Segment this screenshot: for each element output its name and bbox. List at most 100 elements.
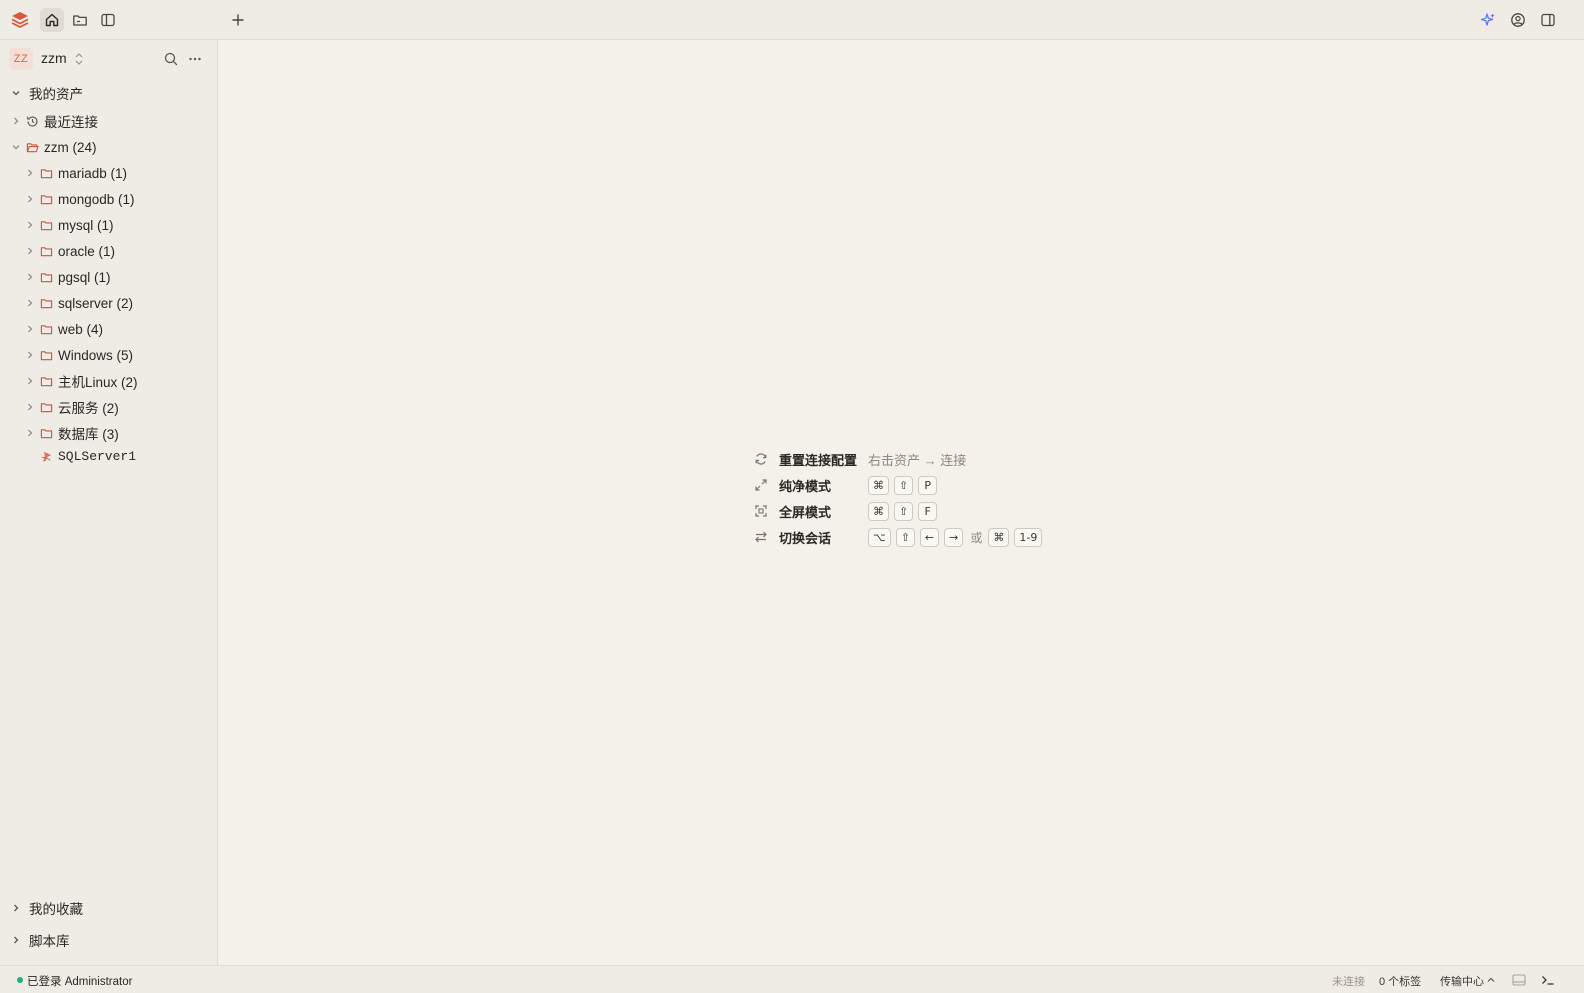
hint-text: 右击资产 → 连接	[868, 452, 967, 468]
ai-sparkle-icon[interactable]	[1476, 8, 1500, 32]
key-cap: ⇧	[895, 527, 915, 547]
hint-or-text: 或	[970, 530, 983, 545]
tree-folder-item[interactable]: mariadb (1)	[24, 161, 127, 185]
tree-folder-label: web (4)	[58, 321, 104, 337]
chevron-right-icon[interactable]	[24, 193, 36, 205]
chevron-right-icon[interactable]	[24, 167, 36, 179]
tree-folder-item[interactable]: sqlserver (2)	[24, 291, 133, 315]
chevron-right-icon[interactable]	[24, 271, 36, 283]
chevron-right-icon[interactable]	[24, 401, 36, 413]
workspace-header: ZZ zzm	[0, 40, 218, 78]
key-cap: →	[944, 527, 964, 547]
tree-folder-item[interactable]: oracle (1)	[24, 239, 115, 263]
chevron-down-icon[interactable]	[10, 87, 22, 99]
tree-folder-item[interactable]: 数据库 (3)	[24, 421, 119, 445]
chevron-right-icon[interactable]	[10, 902, 22, 914]
key-cap: 1-9	[1014, 527, 1043, 547]
tree-folder-label: pgsql (1)	[58, 269, 111, 285]
folder-icon	[38, 165, 54, 181]
chevron-right-icon[interactable]	[10, 934, 22, 946]
key-cap: ⌘	[868, 501, 889, 521]
tree-folder-item[interactable]: mysql (1)	[24, 213, 114, 237]
workspace-switch-icon[interactable]	[73, 51, 85, 67]
key-cap: ⌘	[868, 475, 889, 495]
folder-icon	[38, 399, 54, 415]
tree-folder-item[interactable]: pgsql (1)	[24, 265, 111, 289]
chevron-right-icon[interactable]	[24, 375, 36, 387]
key-cap: F	[918, 501, 938, 521]
terminal-icon[interactable]	[1540, 972, 1556, 988]
tree-folder-item[interactable]: 主机Linux (2)	[24, 369, 138, 393]
tree-item-label: 最近连接	[44, 115, 98, 130]
tree-root-my-assets[interactable]: 我的资产	[10, 81, 83, 105]
tree-item-label: SQLServer1	[58, 448, 137, 464]
folder-icon	[38, 243, 54, 259]
right-panel-icon[interactable]	[1536, 8, 1560, 32]
expand-icon	[754, 478, 768, 492]
hint-label: 切换会话	[779, 530, 832, 546]
folder-icon	[38, 425, 54, 441]
new-tab-plus-icon[interactable]	[226, 8, 250, 32]
chevron-right-icon[interactable]	[24, 219, 36, 231]
folder-icon	[38, 295, 54, 311]
sqlserver-icon	[38, 448, 54, 464]
workspace-name[interactable]: zzm	[41, 50, 67, 66]
more-options-icon[interactable]	[187, 51, 203, 67]
chevron-right-icon[interactable]	[24, 245, 36, 257]
asset-sidebar: ZZ zzm 我的资产 最近连接 zzm (24) mariadb (1) mon…	[0, 40, 218, 965]
section-favorites[interactable]: 我的收藏	[10, 897, 83, 919]
user-circle-icon[interactable]	[1506, 8, 1530, 32]
section-scripts-label: 脚本库	[29, 934, 70, 949]
folder-open-icon	[24, 139, 40, 155]
tree-group-zzm[interactable]: zzm (24)	[10, 135, 97, 159]
panel-icon[interactable]	[1511, 972, 1527, 988]
login-status[interactable]: 已登录 Administrator	[27, 973, 132, 989]
connection-status: 未连接	[1332, 976, 1365, 988]
transfer-center[interactable]: 传输中心	[1440, 973, 1484, 989]
refresh-icon	[754, 452, 768, 466]
chevron-right-icon[interactable]	[24, 349, 36, 361]
chevron-down-icon[interactable]	[10, 141, 22, 153]
tree-folder-label: 数据库 (3)	[58, 427, 119, 442]
tree-item-recent[interactable]: 最近连接	[10, 109, 98, 133]
workspace-avatar[interactable]: ZZ	[9, 48, 33, 70]
chevron-up-icon[interactable]	[1483, 972, 1499, 988]
tree-folder-item[interactable]: web (4)	[24, 317, 103, 341]
search-icon[interactable]	[163, 51, 179, 67]
top-bar	[0, 0, 1584, 40]
tree-root-label: 我的资产	[29, 87, 83, 102]
tree-folder-label: sqlserver (2)	[58, 295, 134, 311]
tree-item-label: zzm (24)	[44, 139, 97, 155]
hint-label: 纯净模式	[779, 478, 832, 494]
online-status-dot	[17, 977, 23, 983]
tree-folder-item[interactable]: mongodb (1)	[24, 187, 135, 211]
tree-folder-label: Windows (5)	[58, 347, 134, 363]
folder-icon	[38, 191, 54, 207]
folder-icon[interactable]	[68, 8, 92, 32]
switch-icon	[754, 530, 768, 544]
chevron-right-icon[interactable]	[24, 297, 36, 309]
sidebar-toggle-icon[interactable]	[96, 8, 120, 32]
tree-folder-item[interactable]: Windows (5)	[24, 343, 133, 367]
key-cap: ⇧	[894, 475, 914, 495]
chevron-right-icon[interactable]	[10, 115, 22, 127]
app-logo-icon[interactable]	[8, 8, 32, 32]
hint-switch-session: 切换会话 ⌥ ⇧ ← → 或 ⌘ 1-9	[754, 526, 1047, 548]
tree-folder-label: mariadb (1)	[58, 165, 128, 181]
tag-count[interactable]: 0 个标签	[1379, 973, 1421, 989]
tree-folder-label: mysql (1)	[58, 217, 114, 233]
section-favorites-label: 我的收藏	[29, 902, 83, 917]
section-scripts[interactable]: 脚本库	[10, 929, 70, 951]
folder-icon	[38, 269, 54, 285]
hint-fullscreen-mode: 全屏模式 ⌘ ⇧ F	[754, 500, 942, 522]
folder-icon	[38, 347, 54, 363]
hint-reset-connection: 重置连接配置 右击资产 → 连接	[754, 448, 966, 470]
chevron-right-icon[interactable]	[24, 427, 36, 439]
key-cap: ⌥	[868, 527, 891, 547]
chevron-right-icon[interactable]	[24, 323, 36, 335]
tree-item-sqlserver1[interactable]: SQLServer1	[24, 444, 136, 468]
history-icon	[24, 113, 40, 129]
home-icon[interactable]	[40, 8, 64, 32]
tree-folder-label: 云服务 (2)	[58, 401, 119, 416]
tree-folder-item[interactable]: 云服务 (2)	[24, 395, 119, 419]
